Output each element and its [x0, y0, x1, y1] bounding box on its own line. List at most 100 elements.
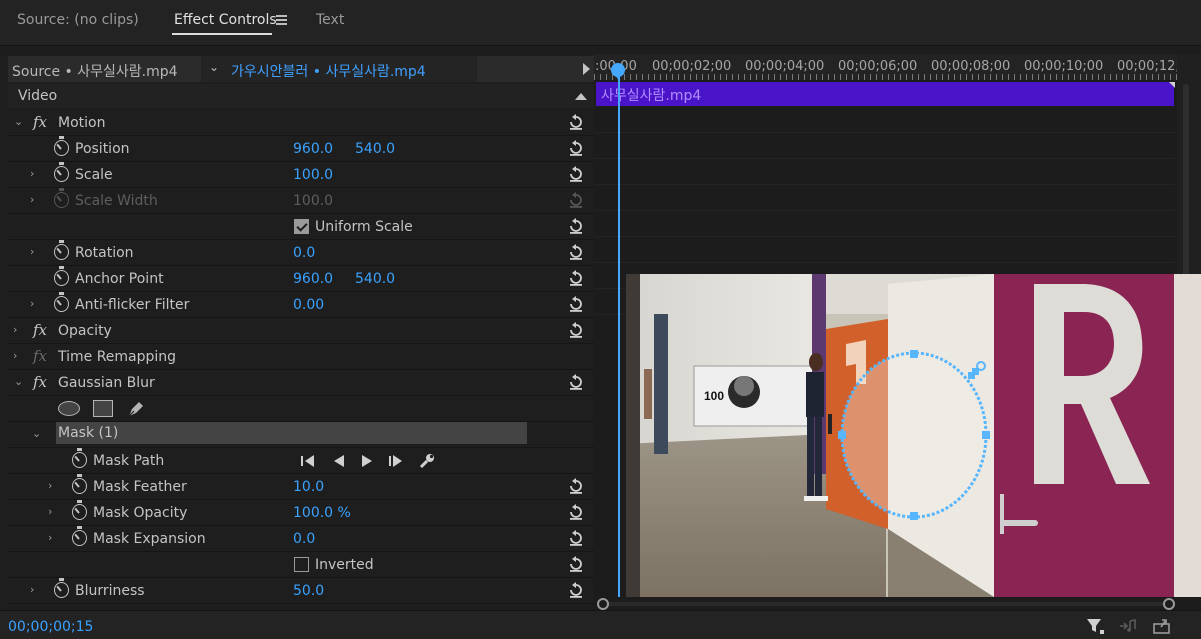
reset-icon[interactable] — [567, 529, 585, 547]
property-row-anti-flicker: › Anti-flicker Filter 0.00 — [8, 292, 594, 318]
video-preview[interactable]: 100 — [626, 274, 1201, 597]
video-frame: 100 — [626, 274, 1201, 597]
reset-icon[interactable] — [567, 217, 585, 235]
position-x-value[interactable]: 960.0 — [293, 141, 333, 157]
mask-opacity-value[interactable]: 100.0 % — [293, 505, 351, 521]
property-label: Mask Expansion — [93, 531, 206, 547]
show-timeline-arrow-icon[interactable] — [583, 63, 590, 75]
scale-value[interactable]: 100.0 — [293, 167, 333, 183]
zoom-handle-right[interactable] — [1163, 598, 1175, 610]
twirl-right-icon[interactable]: › — [13, 323, 17, 336]
source-selector-row: Source • 사무실사람.mp4 ⌄ 가우시안블러 • 사무실사람.mp4 — [8, 56, 594, 82]
playhead-line[interactable] — [618, 72, 620, 597]
twirl-down-icon[interactable]: ⌄ — [32, 427, 41, 440]
blurriness-value[interactable]: 50.0 — [293, 583, 324, 599]
stopwatch-icon[interactable] — [54, 266, 69, 286]
twirl-right-icon[interactable]: › — [30, 193, 34, 206]
reset-icon[interactable] — [567, 555, 585, 573]
stopwatch-icon[interactable] — [54, 292, 69, 312]
reset-icon[interactable] — [567, 321, 585, 339]
stopwatch-icon[interactable] — [72, 500, 87, 520]
twirl-right-icon[interactable]: › — [30, 167, 34, 180]
twirl-right-icon[interactable]: › — [48, 479, 52, 492]
anchor-x-value[interactable]: 960.0 — [293, 271, 333, 287]
property-label: Mask Path — [93, 453, 165, 469]
property-row-mask-opacity: › Mask Opacity 100.0 % — [8, 500, 594, 526]
mask-expansion-value[interactable]: 0.0 — [293, 531, 315, 547]
property-row-scale: › Scale 100.0 — [8, 162, 594, 188]
reset-icon[interactable] — [567, 269, 585, 287]
source-clip-label[interactable]: Source • 사무실사람.mp4 — [12, 61, 178, 81]
twirl-right-icon[interactable]: › — [30, 297, 34, 310]
reset-icon[interactable] — [567, 139, 585, 157]
anti-flicker-value[interactable]: 0.00 — [293, 297, 324, 313]
sequence-clip-dropdown[interactable]: ⌄ 가우시안블러 • 사무실사람.mp4 — [201, 56, 477, 82]
mask-selected-bar[interactable]: Mask (1) — [56, 422, 527, 444]
zoom-scrollbar-track[interactable] — [606, 602, 1171, 606]
twirl-right-icon[interactable]: › — [30, 245, 34, 258]
tab-effect-controls[interactable]: Effect Controls — [174, 12, 277, 28]
timeline-clip[interactable]: 사무실사람.mp4 — [596, 82, 1174, 106]
filter-icon[interactable] — [1086, 617, 1106, 635]
reset-icon[interactable] — [567, 581, 585, 599]
position-y-value[interactable]: 540.0 — [355, 141, 395, 157]
playhead-handle[interactable] — [611, 63, 625, 79]
twirl-right-icon[interactable]: › — [13, 349, 17, 362]
tab-source[interactable]: Source: (no clips) — [17, 12, 139, 28]
reset-icon[interactable] — [567, 503, 585, 521]
fx-toggle-icon[interactable]: fx — [33, 113, 47, 131]
tab-text[interactable]: Text — [316, 12, 344, 28]
reset-icon[interactable] — [567, 295, 585, 313]
stopwatch-icon[interactable] — [54, 162, 69, 182]
reset-icon[interactable] — [567, 165, 585, 183]
property-label: Rotation — [75, 245, 134, 261]
property-label: Position — [75, 141, 130, 157]
vertical-scrollbar-thumb[interactable] — [1183, 84, 1189, 279]
ellipse-mask-icon[interactable] — [58, 401, 80, 416]
reset-icon[interactable] — [567, 373, 585, 391]
rectangle-mask-icon[interactable] — [93, 400, 113, 417]
twirl-right-icon[interactable]: › — [48, 505, 52, 518]
collapse-up-arrow-icon[interactable] — [575, 93, 587, 100]
track-forward-icon[interactable] — [360, 453, 374, 469]
anchor-y-value[interactable]: 540.0 — [355, 271, 395, 287]
ruler-tick-label: 00;00;12; — [1117, 59, 1180, 74]
stopwatch-icon[interactable] — [54, 136, 69, 156]
reset-icon[interactable] — [567, 113, 585, 131]
clip-label: 사무실사람.mp4 — [601, 88, 702, 104]
mask-feather-value[interactable]: 10.0 — [293, 479, 324, 495]
reset-icon[interactable] — [567, 243, 585, 261]
fx-toggle-icon[interactable]: fx — [33, 321, 47, 339]
panel-menu-icon[interactable] — [276, 15, 287, 25]
rotation-value[interactable]: 0.0 — [293, 245, 315, 261]
stopwatch-icon[interactable] — [72, 526, 87, 546]
time-ruler[interactable]: :00;00 00;00;02;00 00;00;04;00 00;00;06;… — [594, 54, 1180, 80]
timeline-zoom-scrollbar[interactable] — [596, 597, 1179, 611]
stopwatch-icon[interactable] — [54, 240, 69, 260]
track-backward-icon[interactable] — [332, 453, 346, 469]
property-row-uniform-scale: Uniform Scale — [8, 214, 594, 240]
property-row-inverted: Inverted — [8, 552, 594, 578]
zoom-handle-left[interactable] — [597, 598, 609, 610]
current-timecode[interactable]: 00;00;00;15 — [8, 619, 93, 635]
track-backward-one-frame-icon[interactable] — [300, 453, 318, 469]
reset-icon[interactable] — [567, 477, 585, 495]
twirl-down-icon[interactable]: ⌄ — [14, 115, 23, 128]
twirl-down-icon[interactable]: ⌄ — [14, 375, 23, 388]
fx-toggle-icon[interactable]: fx — [33, 373, 47, 391]
ruler-tick-label: 00;00;10;00 — [1024, 59, 1104, 74]
mask-label: Mask (1) — [58, 425, 119, 441]
twirl-right-icon[interactable]: › — [30, 583, 34, 596]
inverted-checkbox[interactable] — [294, 557, 309, 572]
stopwatch-icon[interactable] — [72, 474, 87, 494]
wrench-icon[interactable] — [418, 453, 436, 469]
export-frame-icon[interactable] — [1152, 617, 1172, 635]
pen-mask-icon[interactable] — [126, 399, 146, 419]
stopwatch-icon[interactable] — [72, 448, 87, 468]
uniform-scale-checkbox[interactable] — [294, 219, 309, 234]
stopwatch-icon[interactable] — [54, 578, 69, 598]
twirl-right-icon[interactable]: › — [48, 531, 52, 544]
loop-audio-icon[interactable] — [1118, 617, 1138, 635]
track-forward-one-frame-icon[interactable] — [388, 453, 406, 469]
reset-icon — [567, 191, 585, 209]
